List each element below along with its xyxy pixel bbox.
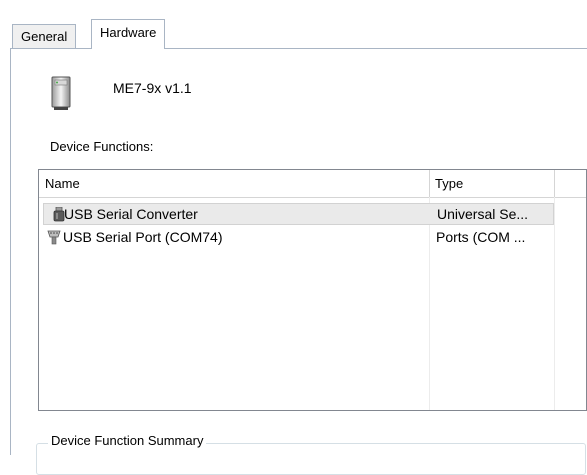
serial-port-icon <box>47 230 61 245</box>
device-functions-label: Device Functions: <box>50 139 154 154</box>
row-name: USB Serial Converter <box>64 206 198 222</box>
tab-general[interactable]: General <box>12 24 77 48</box>
list-item[interactable]: USB Serial Converter Universal Se... <box>43 203 554 225</box>
window-top-edge <box>0 0 587 6</box>
list-item[interactable]: USB Serial Port (COM74) Ports (COM ... <box>43 226 554 248</box>
column-header-name[interactable]: Name <box>39 170 431 197</box>
row-name: USB Serial Port (COM74) <box>63 229 223 245</box>
device-name: ME7-9x v1.1 <box>113 80 192 96</box>
column-divider[interactable] <box>554 170 555 197</box>
device-functions-list[interactable]: Name Type USB Serial Converter Universal… <box>38 169 587 411</box>
tab-hardware[interactable]: Hardware <box>91 19 166 49</box>
column-divider[interactable] <box>429 170 430 197</box>
device-function-summary-label: Device Function Summary <box>48 433 207 448</box>
device-tower-icon <box>51 76 71 110</box>
row-type: Ports (COM ... <box>436 229 526 245</box>
column-header-type[interactable]: Type <box>429 170 555 197</box>
column-divider <box>554 197 555 410</box>
row-type: Universal Se... <box>437 206 529 222</box>
list-header: Name Type <box>39 170 586 198</box>
